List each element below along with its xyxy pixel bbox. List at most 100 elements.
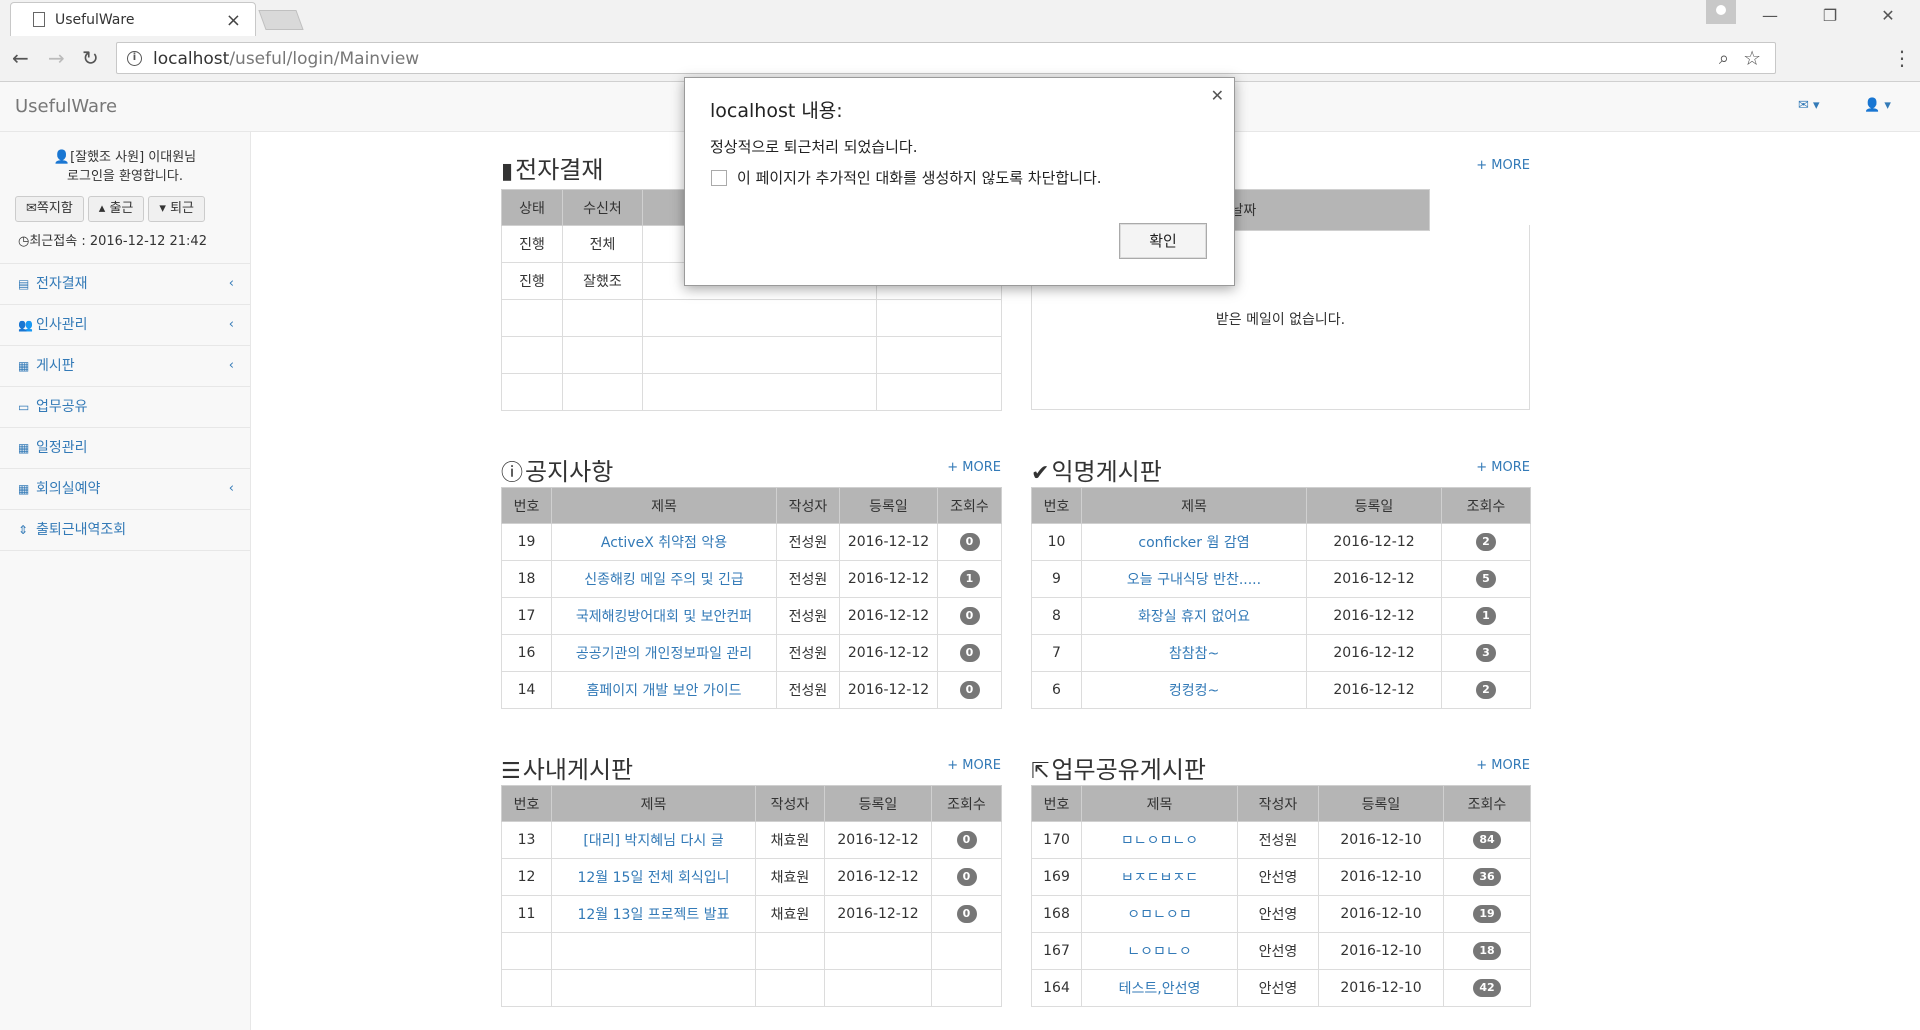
sidebar-item[interactable]: ▤ 전자결재 ‹ (0, 264, 250, 305)
block-dialogs-label[interactable]: 이 페이지가 추가적인 대화를 생성하지 않도록 차단합니다. (737, 167, 1102, 188)
table-row[interactable]: 169 ㅂㅈㄷㅂㅈㄷ 안선영 2016-12-10 36 (1031, 858, 1531, 896)
brand-logo[interactable]: UsefulWare (15, 96, 117, 117)
table-cell: 2016-12-12 (824, 895, 932, 933)
post-title-link[interactable]: 신종해킹 메일 주의 및 긴급 (551, 560, 777, 598)
post-title-link[interactable]: 국제해킹방어대회 및 보안컨퍼 (551, 597, 777, 635)
dialog-ok-button[interactable]: 확인 (1119, 223, 1207, 259)
table-row[interactable]: 18 신종해킹 메일 주의 및 긴급 전성원 2016-12-12 1 (501, 560, 1002, 598)
table-row[interactable]: 164 테스트,안선영 안선영 2016-12-10 42 (1031, 969, 1531, 1007)
post-title-link[interactable]: 참참참~ (1081, 634, 1307, 672)
table-row[interactable]: 13 [대리] 박지혜님 다시 글 채효원 2016-12-12 0 (501, 821, 1002, 859)
share-more-link[interactable]: + MORE (1476, 758, 1530, 773)
post-title-link[interactable]: ㅇㅁㄴㅇㅁ (1081, 895, 1238, 933)
table-row[interactable]: 14 홈페이지 개발 보안 가이드 전성원 2016-12-12 0 (501, 671, 1002, 709)
notice-more-link[interactable]: + MORE (947, 460, 1001, 475)
mail-dropdown[interactable]: ✉ ▾ (1798, 98, 1820, 113)
post-title-link[interactable]: 컹컹컹~ (1081, 671, 1307, 709)
forward-icon[interactable]: → (48, 46, 65, 70)
table-row[interactable] (501, 336, 1002, 374)
table-row[interactable]: 12 12월 15일 전체 회식입니 채효원 2016-12-12 0 (501, 858, 1002, 896)
internal-more-link[interactable]: + MORE (947, 758, 1001, 773)
table-row[interactable] (501, 932, 1002, 970)
post-title-link[interactable] (551, 932, 756, 970)
caret-down-icon: ▾ (159, 201, 166, 216)
close-tab-icon[interactable]: × (226, 10, 241, 31)
new-tab-button[interactable] (258, 10, 304, 30)
table-cell: 19 (1443, 895, 1531, 933)
table-row[interactable]: 7 참참참~ 2016-12-12 3 (1031, 634, 1531, 672)
check-out-button[interactable]: ▾ 퇴근 (148, 196, 205, 222)
post-title-link[interactable] (551, 969, 756, 1007)
block-dialogs-checkbox[interactable] (711, 170, 727, 186)
mail-more-link[interactable]: + MORE (1476, 158, 1530, 173)
table-row[interactable]: 6 컹컹컹~ 2016-12-12 2 (1031, 671, 1531, 709)
users-icon: 👥 (18, 318, 33, 332)
post-title-link[interactable]: 오늘 구내식당 반찬..... (1081, 560, 1307, 598)
minimize-icon[interactable]: — (1746, 0, 1794, 32)
post-title-link[interactable]: 공공기관의 개인정보파일 관리 (551, 634, 777, 672)
post-title-link[interactable]: 홈페이지 개발 보안 가이드 (551, 671, 777, 709)
window-close-icon[interactable]: ✕ (1864, 0, 1912, 32)
table-row[interactable]: 11 12월 13일 프로젝트 발표 채효원 2016-12-12 0 (501, 895, 1002, 933)
table-row[interactable]: 17 국제해킹방어대회 및 보안컨퍼 전성원 2016-12-12 0 (501, 597, 1002, 635)
post-title-link[interactable]: ㅂㅈㄷㅂㅈㄷ (1081, 858, 1238, 896)
post-title-link[interactable]: [대리] 박지혜님 다시 글 (551, 821, 756, 859)
user-icon: 👤 (53, 150, 71, 165)
sidebar-item[interactable]: ▦ 일정관리 (0, 428, 250, 469)
table-row[interactable] (501, 299, 1002, 337)
dialog-close-icon[interactable]: ✕ (1211, 86, 1224, 105)
reload-icon[interactable]: ↻ (82, 46, 99, 70)
table-row[interactable]: 168 ㅇㅁㄴㅇㅁ 안선영 2016-12-10 19 (1031, 895, 1531, 933)
profile-icon[interactable] (1706, 0, 1736, 24)
post-title-link[interactable]: 테스트,안선영 (1081, 969, 1238, 1007)
back-icon[interactable]: ← (12, 46, 29, 70)
table-cell: 2016-12-12 (1306, 634, 1442, 672)
info-circle-icon: ⓘ (501, 461, 524, 486)
table-row[interactable]: 167 ㄴㅇㅁㄴㅇ 안선영 2016-12-10 18 (1031, 932, 1531, 970)
user-dropdown[interactable]: 👤 ▾ (1864, 98, 1891, 113)
table-row[interactable]: 16 공공기관의 개인정보파일 관리 전성원 2016-12-12 0 (501, 634, 1002, 672)
table-cell: 3 (1441, 634, 1531, 672)
sidebar-item[interactable]: ⇕ 출퇴근내역조회 (0, 510, 250, 551)
message-box-button[interactable]: ✉쪽지함 (15, 196, 84, 222)
view-count-badge: 0 (956, 905, 977, 923)
sidebar-item[interactable]: 👥 인사관리 ‹ (0, 305, 250, 346)
sidebar-item-label: 전자결재 (36, 276, 88, 292)
post-title-link[interactable]: 12월 15일 전체 회식입니 (551, 858, 756, 896)
post-title-link[interactable]: 12월 13일 프로젝트 발표 (551, 895, 756, 933)
table-row[interactable]: 170 ㅁㄴㅇㅁㄴㅇ 전성원 2016-12-10 84 (1031, 821, 1531, 859)
table-row[interactable] (501, 373, 1002, 411)
post-title-link[interactable]: ㄴㅇㅁㄴㅇ (1081, 932, 1238, 970)
table-cell (501, 299, 563, 337)
browser-menu-icon[interactable]: ⋮ (1892, 46, 1912, 70)
post-title-link[interactable]: ActiveX 취약점 악용 (551, 523, 777, 561)
table-row[interactable]: 9 오늘 구내식당 반찬..... 2016-12-12 5 (1031, 560, 1531, 598)
anon-more-link[interactable]: + MORE (1476, 460, 1530, 475)
sidebar-item[interactable]: ▦ 게시판 ‹ (0, 346, 250, 387)
zoom-icon[interactable]: ⌕ (1719, 48, 1729, 69)
post-title-link[interactable] (642, 336, 877, 374)
table-row[interactable]: 8 화장실 휴지 없어요 2016-12-12 1 (1031, 597, 1531, 635)
address-bar[interactable]: i localhost/useful/login/Mainview ⌕ ☆ (116, 42, 1776, 74)
info-icon[interactable]: i (127, 51, 142, 66)
post-title-link[interactable]: conficker 웜 감염 (1081, 523, 1307, 561)
post-title-link[interactable] (642, 299, 877, 337)
post-title-link[interactable]: 화장실 휴지 없어요 (1081, 597, 1307, 635)
clock-icon: ◷ (18, 234, 30, 249)
restore-icon[interactable]: ❐ (1806, 0, 1854, 32)
browser-tab[interactable]: UsefulWare × (10, 2, 256, 36)
table-row[interactable]: 10 conficker 웜 감염 2016-12-12 2 (1031, 523, 1531, 561)
table-cell: 2016-12-12 (1306, 560, 1442, 598)
table-cell: 0 (931, 895, 1002, 933)
post-title-link[interactable] (642, 373, 877, 411)
sidebar-item[interactable]: ▭ 업무공유 (0, 387, 250, 428)
table-cell: 167 (1031, 932, 1082, 970)
table-cell (562, 373, 643, 411)
bookmark-star-icon[interactable]: ☆ (1743, 46, 1761, 70)
sidebar-item[interactable]: ▦ 회의실예약 ‹ (0, 469, 250, 510)
list-icon: ☰ (501, 759, 521, 784)
check-in-button[interactable]: ▴ 출근 (87, 196, 145, 222)
table-row[interactable]: 19 ActiveX 취약점 악용 전성원 2016-12-12 0 (501, 523, 1002, 561)
table-row[interactable] (501, 969, 1002, 1007)
post-title-link[interactable]: ㅁㄴㅇㅁㄴㅇ (1081, 821, 1238, 859)
